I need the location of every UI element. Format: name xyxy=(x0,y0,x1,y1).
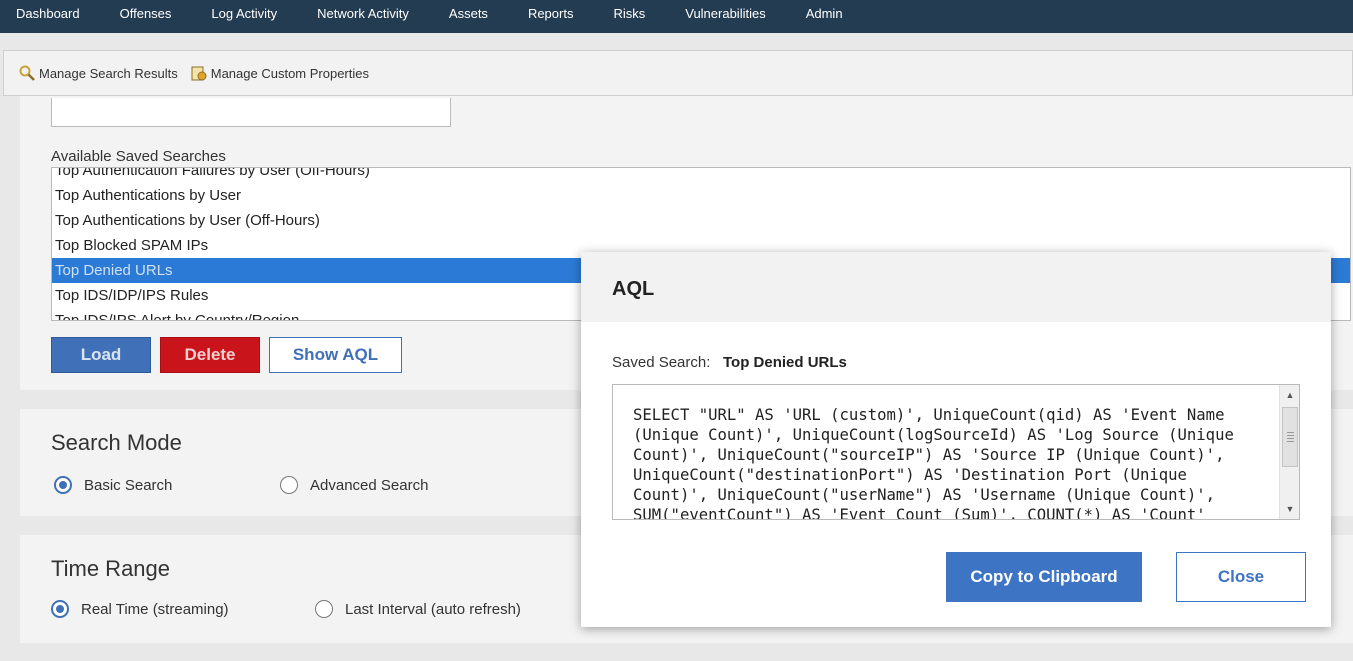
nav-vulnerabilities[interactable]: Vulnerabilities xyxy=(685,0,765,21)
aql-textarea[interactable]: SELECT "URL" AS 'URL (custom)', UniqueCo… xyxy=(612,384,1300,520)
dialog-title: AQL xyxy=(612,278,655,300)
aql-query-text: SELECT "URL" AS 'URL (custom)', UniqueCo… xyxy=(633,406,1244,520)
nav-log-activity[interactable]: Log Activity xyxy=(211,0,277,21)
advanced-search-option[interactable]: Advanced Search xyxy=(280,476,428,494)
show-aql-button[interactable]: Show AQL xyxy=(269,337,402,373)
nav-assets[interactable]: Assets xyxy=(449,0,488,21)
advanced-search-label: Advanced Search xyxy=(310,476,429,494)
nav-risks[interactable]: Risks xyxy=(613,0,645,21)
saved-search-label: Saved Search: xyxy=(612,354,711,371)
copy-to-clipboard-button[interactable]: Copy to Clipboard xyxy=(946,552,1142,602)
scroll-down-icon[interactable]: ▼ xyxy=(1280,501,1299,517)
nav-admin[interactable]: Admin xyxy=(806,0,843,21)
basic-search-radio[interactable] xyxy=(54,476,72,494)
saved-searches-label: Available Saved Searches xyxy=(51,148,226,165)
last-interval-option[interactable]: Last Interval (auto refresh) xyxy=(315,600,521,618)
list-item[interactable]: Top Authentications by User xyxy=(52,183,1350,208)
manage-search-results-button[interactable]: Manage Search Results xyxy=(18,64,178,82)
search-mode-title: Search Mode xyxy=(51,430,182,455)
properties-icon xyxy=(190,64,208,82)
search-name-input[interactable] xyxy=(51,98,451,127)
aql-scrollbar[interactable]: ▲ ▼ xyxy=(1279,385,1299,519)
saved-search-value: Top Denied URLs xyxy=(723,354,847,371)
toolbar: Manage Search Results Manage Custom Prop… xyxy=(3,50,1353,96)
real-time-option[interactable]: Real Time (streaming) xyxy=(51,600,229,618)
search-wrench-icon xyxy=(18,64,36,82)
manage-custom-properties-button[interactable]: Manage Custom Properties xyxy=(190,64,369,82)
saved-search-actions: Load Delete Show AQL xyxy=(51,337,411,373)
last-interval-radio[interactable] xyxy=(315,600,333,618)
nav-reports[interactable]: Reports xyxy=(528,0,574,21)
aql-dialog: AQL Saved Search: Top Denied URLs SELECT… xyxy=(581,252,1331,627)
delete-button[interactable]: Delete xyxy=(160,337,260,373)
load-button[interactable]: Load xyxy=(51,337,151,373)
top-nav: Dashboard Offenses Log Activity Network … xyxy=(0,0,1353,33)
list-item[interactable]: Top Authentications by User (Off-Hours) xyxy=(52,208,1350,233)
advanced-search-radio[interactable] xyxy=(280,476,298,494)
scroll-up-icon[interactable]: ▲ xyxy=(1280,387,1299,403)
nav-network-activity[interactable]: Network Activity xyxy=(317,0,409,21)
manage-search-results-label: Manage Search Results xyxy=(39,65,178,81)
manage-custom-properties-label: Manage Custom Properties xyxy=(210,65,369,81)
basic-search-label: Basic Search xyxy=(84,476,173,494)
nav-dashboard[interactable]: Dashboard xyxy=(16,0,80,21)
real-time-radio[interactable] xyxy=(51,600,69,618)
time-range-title: Time Range xyxy=(51,556,171,581)
dialog-header: AQL xyxy=(581,252,1331,322)
real-time-label: Real Time (streaming) xyxy=(81,600,229,618)
nav-offenses[interactable]: Offenses xyxy=(120,0,172,21)
close-button[interactable]: Close xyxy=(1176,552,1306,602)
basic-search-option[interactable]: Basic Search xyxy=(54,476,172,494)
list-item[interactable]: Top Authentication Failures by User (Off… xyxy=(52,168,1350,183)
scroll-thumb[interactable] xyxy=(1282,407,1298,467)
last-interval-label: Last Interval (auto refresh) xyxy=(345,600,521,618)
